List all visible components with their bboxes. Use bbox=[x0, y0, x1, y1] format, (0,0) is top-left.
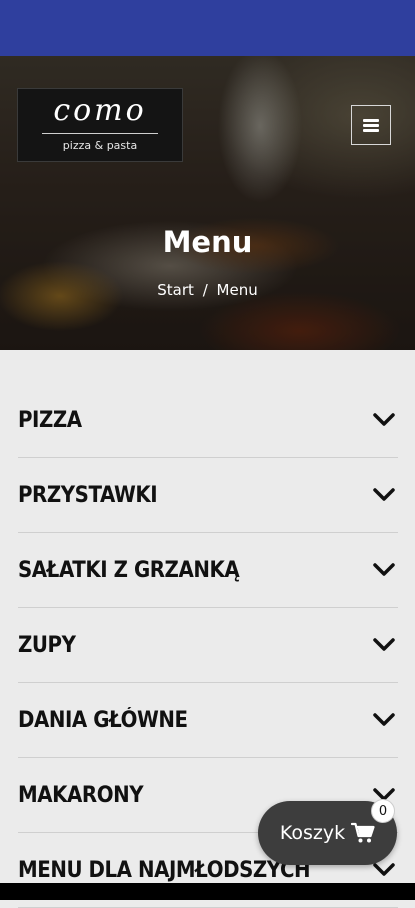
breadcrumb-current: Menu bbox=[216, 281, 258, 299]
menu-category-item[interactable]: SAŁATKI Z GRZANKĄ bbox=[18, 533, 398, 608]
chevron-down-icon bbox=[373, 713, 395, 726]
breadcrumb-home-link[interactable]: Start bbox=[157, 281, 194, 299]
cart-button[interactable]: Koszyk 0 bbox=[258, 799, 397, 865]
chevron-down-icon bbox=[373, 413, 395, 426]
menu-category-item[interactable]: ZUPY bbox=[18, 608, 398, 683]
status-bar bbox=[0, 0, 415, 56]
menu-category-label: MAKARONY bbox=[18, 782, 144, 808]
chevron-down-icon bbox=[373, 563, 395, 576]
menu-category-label: PIZZA bbox=[18, 407, 82, 433]
menu-category-item[interactable]: DANIA GŁÓWNE bbox=[18, 683, 398, 758]
menu-toggle-button[interactable] bbox=[351, 105, 391, 145]
cart-count-badge: 0 bbox=[371, 799, 395, 823]
menu-category-item[interactable]: PIZZA bbox=[18, 383, 398, 458]
chevron-down-icon bbox=[373, 488, 395, 501]
menu-category-label: ZUPY bbox=[18, 632, 76, 658]
logo[interactable]: como pizza & pasta bbox=[17, 88, 183, 162]
breadcrumb-separator: / bbox=[202, 281, 208, 299]
cart-label: Koszyk bbox=[279, 822, 346, 844]
hamburger-icon bbox=[363, 118, 379, 132]
chevron-down-icon bbox=[373, 638, 395, 651]
chevron-down-icon bbox=[373, 863, 395, 876]
menu-category-item[interactable]: PRZYSTAWKI bbox=[18, 458, 398, 533]
logo-divider bbox=[42, 133, 158, 134]
shopping-cart-icon bbox=[351, 822, 375, 843]
menu-category-label: PRZYSTAWKI bbox=[18, 482, 158, 508]
logo-tagline: pizza & pasta bbox=[62, 139, 138, 152]
page-title: Menu bbox=[162, 225, 253, 259]
menu-category-label: MENU DLA NAJMŁODSZYCH bbox=[18, 857, 311, 883]
menu-category-label: SAŁATKI Z GRZANKĄ bbox=[18, 557, 240, 583]
menu-category-label: DANIA GŁÓWNE bbox=[18, 707, 188, 733]
logo-name: como bbox=[53, 93, 147, 128]
breadcrumb: Start / Menu bbox=[0, 281, 415, 299]
navigation-bar bbox=[0, 883, 415, 900]
